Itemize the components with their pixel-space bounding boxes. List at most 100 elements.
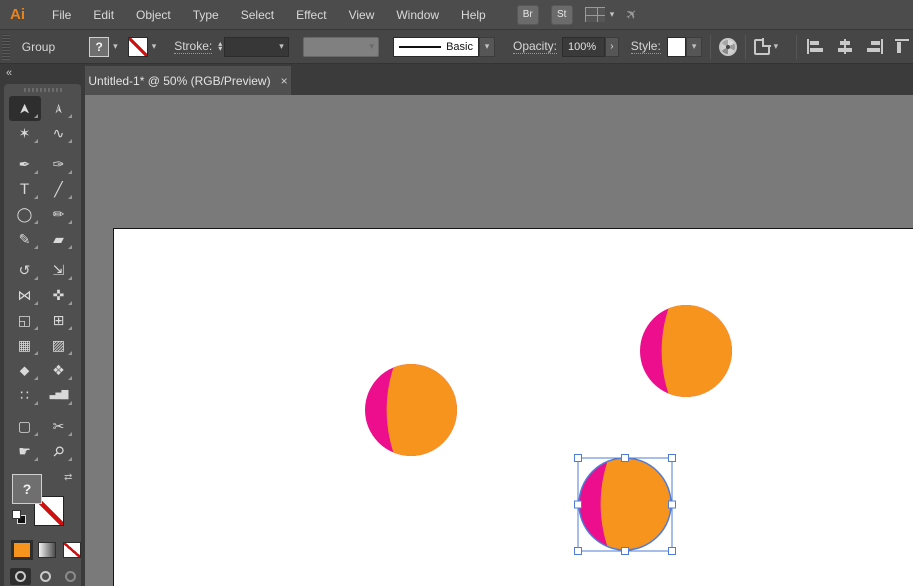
stroke-none-swatch[interactable] [127,36,148,57]
fill-swatch[interactable]: ? [89,36,110,57]
tool-hand[interactable]: ☛ [9,439,41,464]
select-similar-options[interactable]: ▾ [753,37,779,55]
mesh-tool-icon: ▦ [17,337,32,354]
color-button[interactable] [11,540,33,560]
graphic-style-swatch[interactable] [666,36,687,57]
tool-shaper[interactable]: ✎ [9,227,41,252]
document-tab-title: Untitled-1* @ 50% (RGB/Preview) [88,73,271,88]
tool-scale[interactable]: ⇲ [43,258,75,283]
tool-lasso[interactable]: ∿ [43,121,75,146]
chevron-down-icon[interactable]: ▾ [152,42,157,51]
opacity-expand-button[interactable]: › [605,36,619,57]
chevron-down-icon[interactable]: ▾ [279,42,284,51]
align-right-icon [867,39,884,54]
selection-handle[interactable] [621,454,629,462]
opacity-input[interactable]: 100% [562,36,606,57]
menu-item-select[interactable]: Select [232,4,283,26]
tool-eyedropper[interactable]: ⬥ [9,358,41,383]
tool-perspective-grid[interactable]: ⊞ [43,308,75,333]
document-tab[interactable]: Untitled-1* @ 50% (RGB/Preview) × [85,66,291,95]
style-label[interactable]: Style: [630,39,661,54]
selection-handle[interactable] [574,547,582,555]
draw-behind-button[interactable] [35,568,56,585]
blend-tool-icon: ❖ [52,362,65,379]
gpu-performance-icon[interactable]: ✈ [622,4,642,24]
chevron-down-icon: ▾ [609,9,615,19]
workspace-switcher[interactable]: ▾ [584,7,615,22]
tool-curvature[interactable]: ✑ [43,152,75,177]
ball-front-circle[interactable] [661,215,913,487]
tool-type[interactable]: T [9,177,41,202]
selection-handle[interactable] [668,500,676,509]
tool-shape-builder[interactable]: ◱ [9,308,41,333]
selection-handle[interactable] [574,500,582,509]
stroke-weight-combobox[interactable]: ▾ [224,36,289,57]
swap-fill-stroke-icon[interactable]: ⇄ [64,472,72,483]
canvas-artwork[interactable] [85,95,913,586]
menu-item-edit[interactable]: Edit [84,4,123,26]
selection-handle[interactable] [668,454,676,462]
tool-column-graph[interactable]: ▃▅▇ [43,383,75,408]
fill-proxy-swatch[interactable]: ? [12,474,42,504]
tool-direct-selection[interactable]: ➢ [43,96,75,121]
panel-grip[interactable] [23,88,62,92]
selection-handle[interactable] [668,547,676,555]
menu-item-object[interactable]: Object [127,4,180,26]
tool-gradient[interactable]: ▨ [43,333,75,358]
menu-item-effect[interactable]: Effect [287,4,335,26]
stroke-weight-label[interactable]: Stroke: [174,39,213,54]
collapse-panel-button[interactable]: « [0,64,85,79]
brush-preview[interactable]: Basic [392,36,479,57]
brush-dropdown-button[interactable]: ▾ [478,36,495,57]
tool-artboard[interactable]: ▢ [9,414,41,439]
tool-pen[interactable]: ✒ [9,152,41,177]
tool-eraser[interactable]: ▰ [43,227,75,252]
gradient-button[interactable] [38,542,56,558]
brush-definition-dropdown[interactable]: Basic ▾ [392,36,495,57]
control-bar-grip[interactable] [2,33,10,60]
tool-mesh[interactable]: ▦ [9,333,41,358]
tool-puppet-warp[interactable]: ✜ [43,283,75,308]
none-button[interactable] [63,542,81,558]
fill-color-dropdown[interactable]: ? ▾ [89,36,118,57]
selection-handle[interactable] [574,454,582,462]
tool-slice[interactable]: ✂ [43,414,75,439]
stepper-down-icon[interactable]: ▾ [218,44,222,53]
pasteboard[interactable] [85,95,913,586]
selection-handle[interactable] [621,547,629,555]
draw-inside-button[interactable] [60,568,81,585]
tool-grid: ➤ ➢ ✶ ∿ ✒ ✑ T ╱ ◯ ✏ ✎ ▰ ↺ ⇲ ⋈ ✜ ◱ ⊞ ▦ ▨ … [4,96,81,464]
bridge-button[interactable]: Br [516,4,539,25]
close-icon[interactable]: × [281,74,288,88]
tool-blend[interactable]: ❖ [43,358,75,383]
stroke-weight-stepper[interactable]: ▴ ▾ [216,39,224,53]
ball-front-circle[interactable] [600,368,873,586]
vertical-align-top-button[interactable] [892,37,913,57]
tool-line-segment[interactable]: ╱ [43,177,75,202]
default-fill-stroke-icon[interactable] [12,510,26,524]
menu-item-type[interactable]: Type [184,4,228,26]
horizontal-align-left-button[interactable] [805,37,826,57]
tool-selection[interactable]: ➤ [8,96,41,121]
recolor-artwork-icon[interactable] [719,37,737,56]
stroke-color-dropdown[interactable]: ▾ [127,36,157,57]
menu-item-help[interactable]: Help [452,4,495,26]
draw-normal-button[interactable] [10,568,31,585]
opacity-label[interactable]: Opacity: [512,39,557,54]
graphic-style-dropdown-button[interactable]: ▾ [686,36,702,57]
chevron-down-icon[interactable]: ▾ [774,42,779,51]
tool-zoom[interactable]: ⚲ [43,439,75,464]
tool-width[interactable]: ⋈ [9,283,41,308]
tool-ellipse[interactable]: ◯ [9,202,41,227]
chevron-down-icon[interactable]: ▾ [113,42,118,51]
tool-rotate[interactable]: ↺ [9,258,41,283]
tool-magic-wand[interactable]: ✶ [9,121,41,146]
horizontal-align-right-button[interactable] [864,37,885,57]
menu-item-view[interactable]: View [340,4,384,26]
menu-item-window[interactable]: Window [387,4,448,26]
stock-button[interactable]: St [550,4,573,25]
tool-paintbrush[interactable]: ✏ [43,202,75,227]
tool-symbol-sprayer[interactable]: ∷ [9,383,41,408]
horizontal-align-center-button[interactable] [835,37,856,57]
menu-item-file[interactable]: File [43,4,80,26]
